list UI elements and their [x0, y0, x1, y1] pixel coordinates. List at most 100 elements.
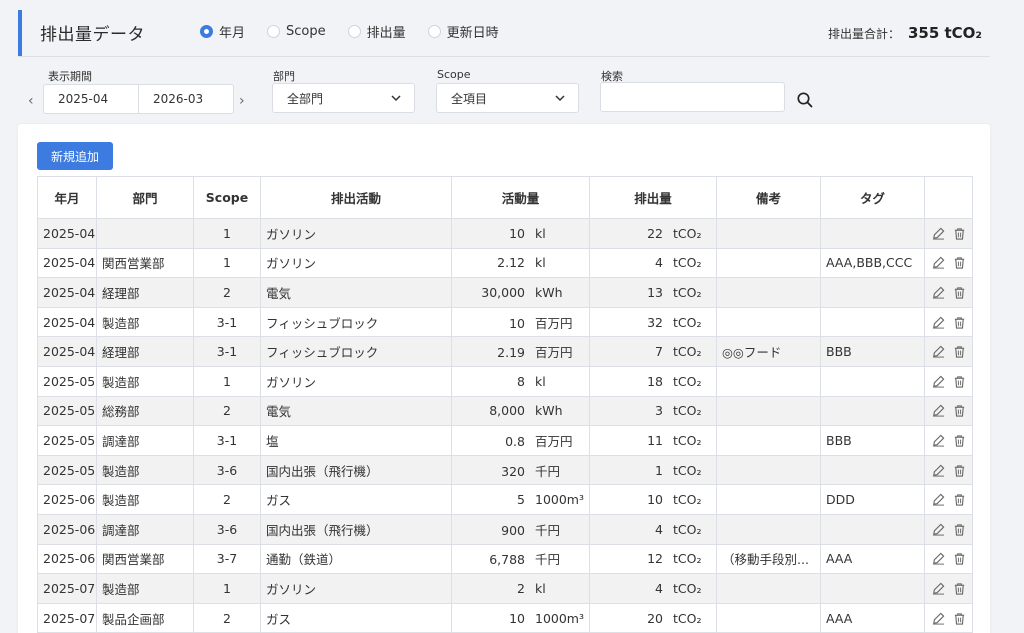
cell-amount: 0.8 百万円: [451, 425, 590, 456]
cell-amount: 2.12 kl: [451, 247, 590, 279]
cell-scope: 2: [193, 484, 261, 515]
radio-sort-updated[interactable]: 更新日時: [427, 22, 499, 41]
edit-icon[interactable]: [932, 612, 945, 625]
trash-icon[interactable]: [953, 256, 966, 270]
amount-unit: kl: [535, 255, 546, 271]
edit-icon[interactable]: [932, 493, 945, 506]
cell-activity: 通勤（鉄道）: [260, 543, 452, 575]
edit-icon[interactable]: [932, 316, 945, 329]
department-value: 全部門: [287, 91, 324, 106]
cell-month: 2025-06: [37, 513, 97, 545]
trash-icon[interactable]: [953, 404, 966, 417]
amount-unit: 百万円: [535, 315, 573, 331]
edit-icon[interactable]: [932, 404, 945, 417]
edit-icon[interactable]: [932, 552, 945, 565]
edit-icon[interactable]: [932, 434, 945, 447]
trash-icon[interactable]: [953, 552, 966, 565]
emission-value: 22: [647, 225, 663, 241]
radio-sort-emission[interactable]: 排出量: [347, 22, 406, 41]
department-select[interactable]: 全部門: [272, 83, 415, 113]
edit-icon[interactable]: [932, 582, 945, 595]
radio-label: 更新日時: [446, 26, 499, 41]
row-actions: [930, 397, 967, 425]
cell-tag: [820, 365, 925, 397]
edit-icon[interactable]: [932, 345, 945, 358]
cell-actions: [924, 365, 973, 397]
column-header-month[interactable]: 年月: [37, 176, 97, 219]
column-header-activity[interactable]: 排出活動: [260, 176, 452, 219]
emission-total-label: 排出量合計：: [827, 27, 900, 41]
trash-icon[interactable]: [953, 612, 966, 625]
edit-icon[interactable]: [932, 375, 945, 388]
amount-value: 10: [509, 225, 525, 241]
cell-department: 総務部: [96, 395, 194, 427]
trash-icon[interactable]: [953, 434, 966, 447]
chevron-right-icon[interactable]: ›: [239, 93, 245, 109]
table-row: 2025-04 1 ガソリン 10 kl 22 tCO₂: [37, 218, 973, 249]
cell-department: 関西営業部: [96, 247, 194, 279]
cell-amount: 6,788 千円: [451, 543, 590, 575]
add-new-button[interactable]: 新規追加: [37, 142, 113, 170]
search-input[interactable]: [600, 82, 785, 112]
trash-icon[interactable]: [953, 464, 966, 477]
column-header-tag[interactable]: タグ: [820, 176, 925, 219]
cell-note: [716, 573, 821, 604]
cell-activity: ガソリン: [260, 218, 452, 249]
trash-icon[interactable]: [953, 582, 966, 595]
cell-emission: 22 tCO₂: [589, 218, 717, 249]
period-end-field[interactable]: 2026-03: [138, 84, 234, 114]
column-header-note[interactable]: 備考: [716, 176, 821, 219]
cell-activity: フィッシュブロック: [260, 306, 452, 338]
emission-unit: tCO₂: [673, 225, 702, 241]
table-row: 2025-05 製造部 3-6 国内出張（飛行機） 320 千円 1 tCO₂: [37, 454, 973, 486]
column-header-department[interactable]: 部門: [96, 176, 194, 219]
amount-value: 6,788: [489, 552, 525, 568]
column-header-amount[interactable]: 活動量: [451, 176, 590, 219]
edit-icon[interactable]: [932, 523, 945, 536]
cell-department: 製造部: [96, 365, 194, 397]
search-icon[interactable]: [796, 91, 814, 109]
cell-emission: 10 tCO₂: [589, 484, 717, 515]
scope-select[interactable]: 全項目: [436, 83, 579, 113]
emission-unit: tCO₂: [673, 373, 702, 389]
cell-emission: 13 tCO₂: [589, 277, 717, 308]
cell-amount: 320 千円: [451, 454, 590, 486]
cell-department: 製造部: [96, 306, 194, 338]
cell-tag: BBB: [820, 425, 925, 456]
edit-icon[interactable]: [932, 286, 945, 299]
trash-icon[interactable]: [953, 227, 966, 240]
cell-note: [716, 513, 821, 545]
emission-unit: tCO₂: [673, 255, 702, 271]
cell-amount: 8,000 kWh: [451, 395, 590, 427]
trash-icon[interactable]: [953, 316, 966, 329]
amount-unit: 千円: [535, 522, 561, 538]
emission-value: 4: [655, 255, 663, 271]
trash-icon[interactable]: [953, 345, 966, 358]
cell-actions: [924, 543, 973, 575]
radio-sort-month[interactable]: 年月: [200, 22, 245, 41]
edit-icon[interactable]: [932, 227, 945, 240]
chevron-left-icon[interactable]: ‹: [28, 93, 34, 109]
trash-icon[interactable]: [953, 375, 966, 388]
column-header-emission[interactable]: 排出量: [589, 176, 717, 219]
emission-unit: tCO₂: [673, 403, 702, 419]
trash-icon[interactable]: [953, 286, 966, 299]
trash-icon[interactable]: [953, 493, 966, 506]
trash-icon[interactable]: [953, 523, 966, 536]
cell-tag: BBB: [820, 336, 925, 367]
row-actions: [930, 427, 967, 455]
table-row: 2025-05 調達部 3-1 塩 0.8 百万円 11 tCO₂ BBB: [37, 425, 973, 456]
row-actions: [930, 486, 967, 514]
radio-sort-scope[interactable]: Scope: [267, 24, 326, 39]
emission-unit: tCO₂: [673, 551, 702, 567]
edit-icon[interactable]: [932, 256, 945, 269]
period-start-field[interactable]: 2025-04: [43, 84, 139, 114]
emission-value: 32: [647, 314, 663, 330]
amount-unit: 千円: [535, 463, 561, 479]
cell-month: 2025-04: [37, 306, 97, 338]
amount-value: 2.12: [497, 255, 525, 271]
edit-icon[interactable]: [932, 464, 945, 477]
table-row: 2025-04 関西営業部 1 ガソリン 2.12 kl 4 tCO₂ AAA,BBB,CCC: [37, 247, 973, 279]
column-header-scope[interactable]: Scope: [193, 176, 261, 219]
cell-month: 2025-04: [37, 336, 97, 367]
